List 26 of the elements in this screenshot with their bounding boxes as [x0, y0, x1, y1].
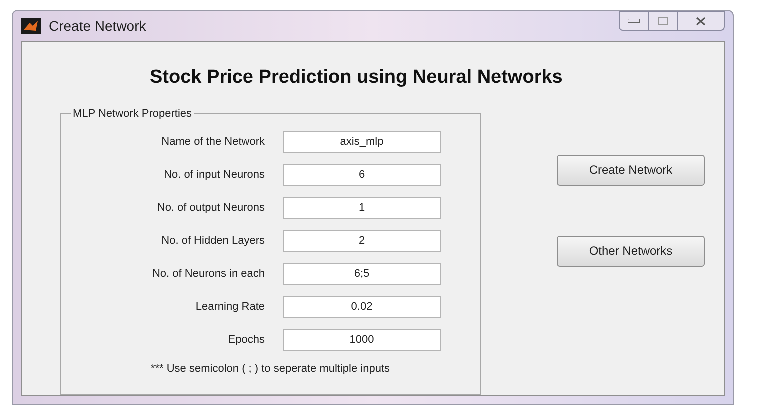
field-label: No. of Neurons in each: [151, 268, 265, 280]
input-field[interactable]: 0.02: [283, 296, 441, 318]
field-label: No. of output Neurons: [156, 202, 265, 214]
input-field[interactable]: 1000: [283, 329, 441, 351]
input-field[interactable]: axis_mlp: [283, 131, 441, 153]
maximize-icon: [658, 17, 668, 25]
input-field[interactable]: 6;5: [283, 263, 441, 285]
minimize-icon: [628, 19, 640, 23]
maximize-button[interactable]: [649, 11, 677, 31]
input-field[interactable]: 6: [283, 164, 441, 186]
field-label: No. of Hidden Layers: [160, 235, 265, 247]
action-button[interactable]: Create Network: [557, 154, 705, 186]
app-logo-icon: [21, 18, 41, 34]
input-field[interactable]: 1: [283, 197, 441, 219]
field-label: Name of the Network: [160, 136, 265, 148]
close-icon: [696, 16, 706, 26]
hint-text: *** Use semicolon ( ; ) to seperate multiple inputs: [150, 362, 392, 376]
minimize-button[interactable]: [619, 11, 649, 31]
action-button[interactable]: Other Networks: [557, 236, 705, 266]
field-label: Learning Rate: [194, 301, 265, 313]
heading: Stock Price Prediction using Neural Networks: [150, 66, 564, 90]
field-label: Epochs: [227, 334, 265, 346]
window-title: Create Network: [49, 16, 146, 36]
close-button[interactable]: [677, 11, 725, 31]
input-field[interactable]: 2: [283, 230, 441, 252]
field-label: No. of input Neurons: [163, 169, 265, 181]
